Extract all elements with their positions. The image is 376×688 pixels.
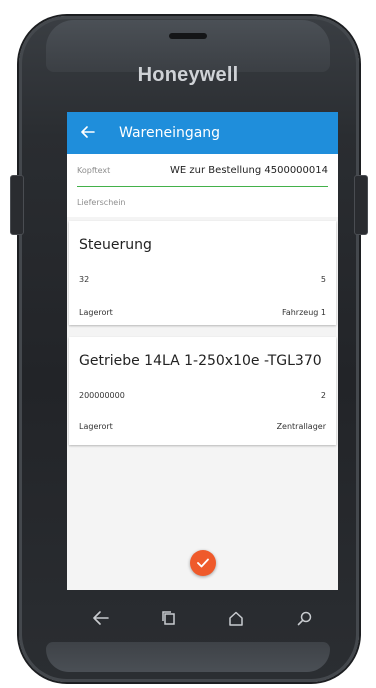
header-form: Kopftext WE zur Bestellung 4500000014 Li… [67, 154, 338, 217]
location-value: Zentrallager [276, 422, 326, 431]
kopftext-value: WE zur Bestellung 4500000014 [170, 164, 328, 176]
kopftext-label: Kopftext [77, 165, 111, 175]
lieferschein-field[interactable]: Lieferschein [77, 187, 328, 217]
item-quantity: 5 [320, 275, 326, 284]
android-nav-bar [67, 595, 338, 641]
item-title: Getriebe 14LA 1-250x10e -TGL370 [79, 353, 322, 369]
nav-home-button[interactable] [218, 603, 254, 633]
side-scan-button-left[interactable] [10, 175, 24, 235]
item-number-row: 200000000 2 [79, 391, 326, 400]
brand-logo: Honeywell [137, 64, 239, 86]
location-label: Lagerort [79, 422, 113, 431]
kopftext-field[interactable]: Kopftext WE zur Bestellung 4500000014 [77, 154, 328, 187]
confirm-button[interactable] [190, 550, 216, 576]
search-icon [297, 611, 311, 625]
screen: Wareneingang Kopftext WE zur Bestellung … [67, 112, 338, 590]
item-title: Steuerung [79, 237, 152, 253]
location-value: Fahrzeug 1 [281, 308, 326, 317]
arrow-left-icon[interactable] [81, 124, 101, 142]
app-bar: Wareneingang [67, 112, 338, 154]
page-title: Wareneingang [119, 125, 221, 141]
speaker-grille [169, 33, 207, 39]
check-icon [197, 558, 209, 568]
device-bottom-bumper [46, 642, 330, 672]
nav-recent-apps-button[interactable] [151, 603, 187, 633]
arrow-left-icon-svg [81, 126, 95, 138]
item-number: 32 [79, 275, 90, 284]
recent-apps-icon [161, 611, 175, 625]
item-location-row: Lagerort Zentrallager [79, 422, 326, 431]
location-label: Lagerort [79, 308, 113, 317]
item-number: 200000000 [79, 391, 125, 400]
item-card[interactable]: Getriebe 14LA 1-250x10e -TGL370 20000000… [69, 337, 336, 445]
item-quantity: 2 [320, 391, 326, 400]
item-number-row: 32 5 [79, 275, 326, 284]
home-icon [229, 611, 244, 626]
nav-back-button[interactable] [83, 603, 119, 633]
back-icon [93, 611, 109, 625]
item-card[interactable]: Steuerung 32 5 Lagerort Fahrzeug 1 [69, 221, 336, 325]
lieferschein-label: Lieferschein [77, 197, 126, 207]
side-scan-button-right[interactable] [354, 175, 368, 235]
nav-search-button[interactable] [286, 603, 322, 633]
item-location-row: Lagerort Fahrzeug 1 [79, 308, 326, 317]
